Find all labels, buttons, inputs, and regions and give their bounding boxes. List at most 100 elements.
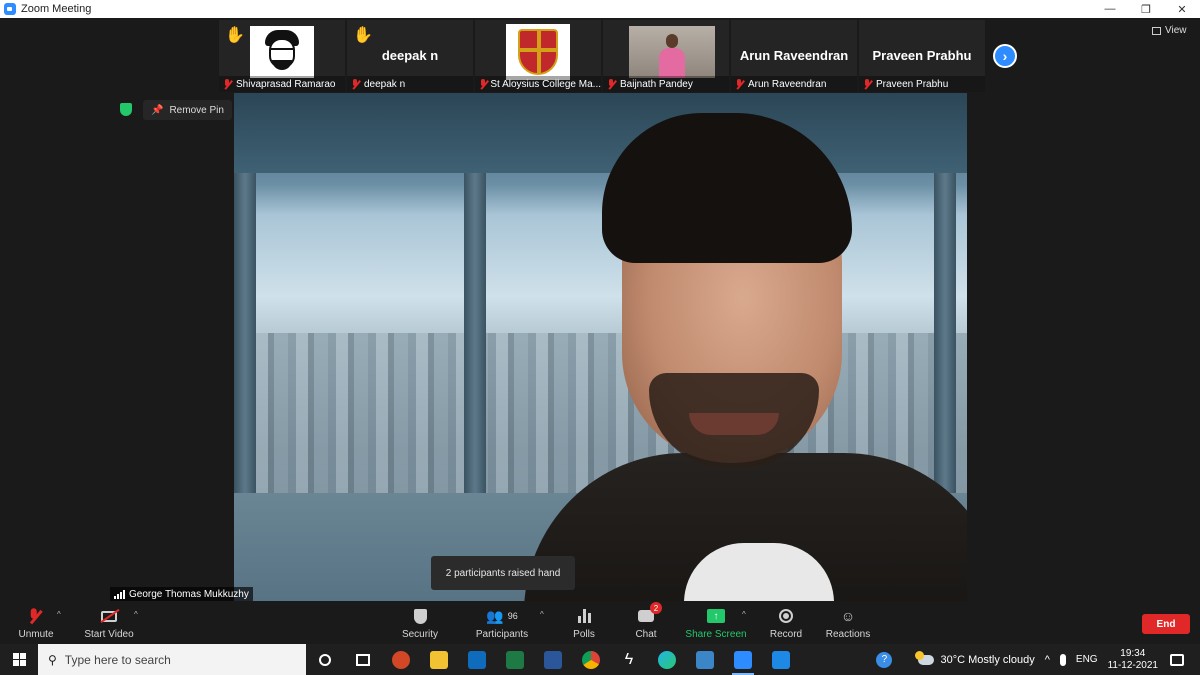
participant-video xyxy=(629,26,715,78)
input-language[interactable]: ENG xyxy=(1076,654,1098,665)
taskbar-photos[interactable] xyxy=(686,644,724,675)
participant-name-row: Praveen Prabhu xyxy=(859,76,985,92)
muted-mic-icon xyxy=(351,78,360,90)
shield-icon xyxy=(413,606,427,626)
taskbar-file-explorer[interactable] xyxy=(420,644,458,675)
speaker-name: George Thomas Mukkuzhy xyxy=(129,588,249,600)
excel-icon xyxy=(506,650,524,669)
taskbar-edge[interactable] xyxy=(648,644,686,675)
participant-big-name: deepak n xyxy=(381,48,439,63)
polls-button[interactable]: Polls xyxy=(566,602,602,644)
record-button[interactable]: Record xyxy=(766,602,806,644)
minimize-button[interactable]: — xyxy=(1092,0,1128,18)
system-tray: ? 30°C Mostly cloudy ^ ENG 19:34 11-12-2… xyxy=(876,644,1200,675)
chat-bubble-icon: 2 xyxy=(638,602,662,626)
share-screen-icon: ↑ xyxy=(707,606,725,626)
end-meeting-button[interactable]: End xyxy=(1142,614,1190,634)
raised-hand-notification: 2 participants raised hand xyxy=(431,556,575,590)
powerpoint-icon xyxy=(392,650,410,669)
participants-button[interactable]: 👥 96 Participants xyxy=(474,602,530,644)
profile-picture xyxy=(506,24,570,80)
remove-pin-label: Remove Pin xyxy=(169,104,224,116)
weather-text: 30°C Mostly cloudy xyxy=(940,653,1035,666)
tray-expand-icon[interactable]: ^ xyxy=(1045,654,1050,666)
participant-tile[interactable]: Baijnath Pandey xyxy=(603,20,729,92)
taskbar-chrome[interactable] xyxy=(572,644,610,675)
taskbar-clock[interactable]: 19:34 11-12-2021 xyxy=(1108,648,1158,672)
grid-view-icon xyxy=(1152,26,1161,35)
participants-count: 96 xyxy=(507,611,518,621)
raised-hand-icon: ✋ xyxy=(353,27,373,44)
muted-mic-icon xyxy=(223,78,232,90)
cortana-button[interactable] xyxy=(306,644,344,675)
college-crest-icon xyxy=(518,29,558,75)
help-icon[interactable]: ? xyxy=(876,651,893,668)
participant-tile[interactable]: ✋ Shivaprasad Ramarao xyxy=(219,20,345,92)
clock-date: 11-12-2021 xyxy=(1107,659,1158,671)
next-page-button[interactable]: › xyxy=(993,44,1017,68)
smiley-icon: ☺ xyxy=(840,608,856,624)
video-options-caret[interactable]: ^ xyxy=(134,610,138,619)
participant-name-row: Baijnath Pandey xyxy=(603,76,729,92)
media-player-icon xyxy=(772,650,790,669)
taskbar-app-bolt[interactable]: ϟ xyxy=(610,644,648,675)
share-options-caret[interactable]: ^ xyxy=(742,610,746,619)
participant-tile[interactable]: Arun Raveendran Arun Raveendran xyxy=(731,20,857,92)
participant-big-name: Arun Raveendran xyxy=(739,48,849,63)
video-off-icon xyxy=(100,606,120,626)
window-title: Zoom Meeting xyxy=(21,3,92,15)
speaker-name-tag: George Thomas Mukkuzhy xyxy=(110,587,253,601)
task-view-button[interactable] xyxy=(344,644,382,675)
encryption-shield-icon[interactable] xyxy=(120,103,132,116)
pinned-speaker-video xyxy=(234,93,967,601)
participants-icon: 👥 96 xyxy=(486,607,518,624)
unmute-button[interactable]: Unmute xyxy=(14,602,58,644)
view-button[interactable]: View xyxy=(1152,25,1187,36)
taskbar-outlook[interactable] xyxy=(458,644,496,675)
notifications-icon[interactable] xyxy=(1170,653,1184,666)
audio-options-caret[interactable]: ^ xyxy=(57,610,61,619)
participant-name-row: deepak n xyxy=(347,76,473,92)
search-icon: ⚲ xyxy=(48,652,57,667)
remove-pin-button[interactable]: 📌 Remove Pin xyxy=(143,100,232,120)
taskbar-excel[interactable] xyxy=(496,644,534,675)
edge-icon xyxy=(658,650,676,669)
profile-picture xyxy=(250,26,314,78)
connection-signal-icon xyxy=(114,589,125,599)
weather-widget[interactable]: 30°C Mostly cloudy xyxy=(915,650,1035,666)
share-screen-button[interactable]: ↑ Share Screen xyxy=(684,602,748,644)
taskbar-zoom[interactable] xyxy=(724,644,762,675)
participants-options-caret[interactable]: ^ xyxy=(540,610,544,619)
muted-mic-icon xyxy=(30,606,43,626)
participant-tile[interactable]: ✋ deepak n deepak n xyxy=(347,20,473,92)
meeting-toolbar: Unmute ^ Start Video ^ Security 👥 96 Par… xyxy=(0,602,1200,644)
taskbar-search-box[interactable]: ⚲ Type here to search xyxy=(38,644,306,675)
sketch-avatar xyxy=(263,30,301,74)
speaker-person xyxy=(524,113,967,601)
participant-name: Praveen Prabhu xyxy=(876,78,949,90)
chat-button[interactable]: 2 Chat xyxy=(628,602,664,644)
taskbar-media[interactable] xyxy=(762,644,800,675)
participant-name: Shivaprasad Ramarao xyxy=(236,78,336,90)
word-icon xyxy=(544,650,562,669)
volume-icon[interactable] xyxy=(1059,653,1066,666)
lightning-icon: ϟ xyxy=(624,650,634,668)
participant-name: Arun Raveendran xyxy=(748,78,827,90)
participant-tile[interactable]: Praveen Prabhu Praveen Prabhu xyxy=(859,20,985,92)
participant-tile[interactable]: St Aloysius College Ma... xyxy=(475,20,601,92)
taskbar-powerpoint[interactable] xyxy=(382,644,420,675)
photos-icon xyxy=(696,650,714,669)
windows-start-button[interactable] xyxy=(0,644,38,675)
muted-mic-icon xyxy=(735,78,744,90)
restore-button[interactable]: ❐ xyxy=(1128,0,1164,18)
participant-name: deepak n xyxy=(364,78,406,90)
zoom-icon xyxy=(734,650,752,669)
reactions-button[interactable]: ☺ Reactions xyxy=(824,602,872,644)
muted-mic-icon xyxy=(479,78,486,90)
participant-name-row: St Aloysius College Ma... xyxy=(475,76,601,92)
close-button[interactable]: ✕ xyxy=(1164,0,1200,18)
clock-time: 19:34 xyxy=(1120,647,1146,659)
security-button[interactable]: Security xyxy=(398,602,442,644)
taskbar-word[interactable] xyxy=(534,644,572,675)
start-video-button[interactable]: Start Video xyxy=(82,602,136,644)
